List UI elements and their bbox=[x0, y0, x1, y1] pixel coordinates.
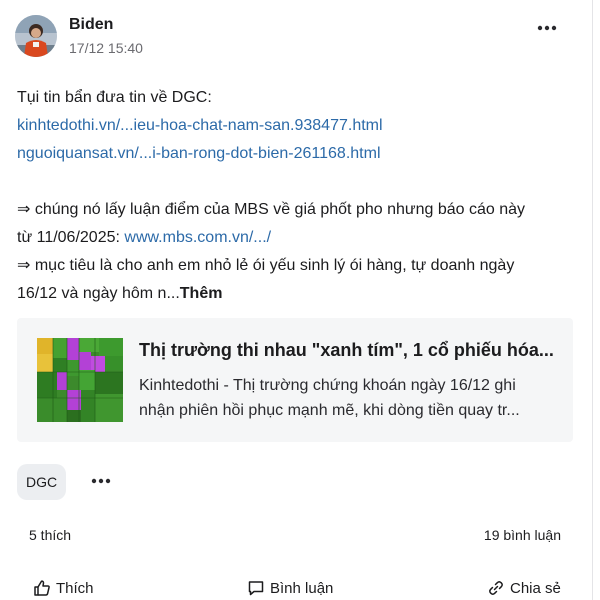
panel-divider bbox=[592, 0, 593, 600]
preview-title: Thị trường thi nhau "xanh tím", 1 cổ phi… bbox=[139, 340, 554, 360]
like-label: Thích bbox=[56, 579, 94, 597]
share-label: Chia sẻ bbox=[510, 579, 561, 597]
post-text-line: ⇒ mục tiêu là cho anh em nhỏ lẻ ói yếu s… bbox=[17, 257, 515, 274]
article-link-nguoiquansat[interactable]: nguoiquansat.vn/...i-ban-rong-dot-bien-2… bbox=[17, 145, 381, 162]
post-text-line: Tụi tin bẩn đưa tin về DGC: bbox=[17, 89, 212, 106]
post-text-line: ⇒ chúng nó lấy luận điểm của MBS về giá … bbox=[17, 201, 526, 218]
preview-description-line: Kinhtedothi - Thị trường chứng khoán ngà… bbox=[139, 377, 516, 394]
post-card: Biden 17/12 15:40 Tụi tin bẩn đưa tin về… bbox=[0, 0, 592, 600]
post-text-segment: từ 11/06/2025: bbox=[17, 229, 125, 246]
post-text-segment: 16/12 và ngày hôm n... bbox=[17, 285, 180, 302]
link-preview-card[interactable]: Thị trường thi nhau "xanh tím", 1 cổ phi… bbox=[17, 318, 573, 442]
link-share-icon bbox=[489, 581, 503, 595]
ticker-tag-dgc[interactable]: DGC bbox=[17, 464, 67, 500]
more-options-button[interactable] bbox=[534, 18, 560, 38]
post-timestamp: 17/12 15:40 bbox=[69, 40, 143, 56]
tag-more-button[interactable] bbox=[88, 471, 114, 491]
preview-description-line: nhận phiên hồi phục mạnh mẽ, khi dòng ti… bbox=[139, 402, 520, 419]
article-link-kinhtedothi[interactable]: kinhtedothi.vn/...ieu-hoa-chat-nam-san.9… bbox=[17, 117, 383, 134]
more-horizontal-icon bbox=[91, 478, 111, 484]
avatar-image bbox=[15, 15, 57, 57]
comment-label: Bình luận bbox=[270, 579, 334, 597]
preview-thumbnail bbox=[37, 338, 123, 422]
likes-count[interactable]: 5 thích bbox=[29, 527, 71, 543]
thumbs-up-icon bbox=[34, 580, 50, 596]
comment-button[interactable]: Bình luận bbox=[247, 577, 333, 599]
preview-description: Kinhtedothi - Thị trường chứng khoán ngà… bbox=[139, 373, 559, 423]
more-horizontal-icon bbox=[537, 25, 557, 31]
avatar[interactable] bbox=[15, 15, 57, 57]
mbs-link[interactable]: www.mbs.com.vn/.../ bbox=[124, 229, 271, 246]
see-more-link[interactable]: Thêm bbox=[180, 285, 223, 302]
comments-count[interactable]: 19 bình luận bbox=[484, 527, 561, 543]
share-button[interactable]: Chia sẻ bbox=[487, 577, 561, 599]
comment-icon bbox=[248, 581, 264, 596]
like-button[interactable]: Thích bbox=[33, 577, 94, 599]
author-name[interactable]: Biden bbox=[69, 16, 113, 34]
post-body: Tụi tin bẩn đưa tin về DGC: kinhtedothi.… bbox=[17, 84, 577, 308]
